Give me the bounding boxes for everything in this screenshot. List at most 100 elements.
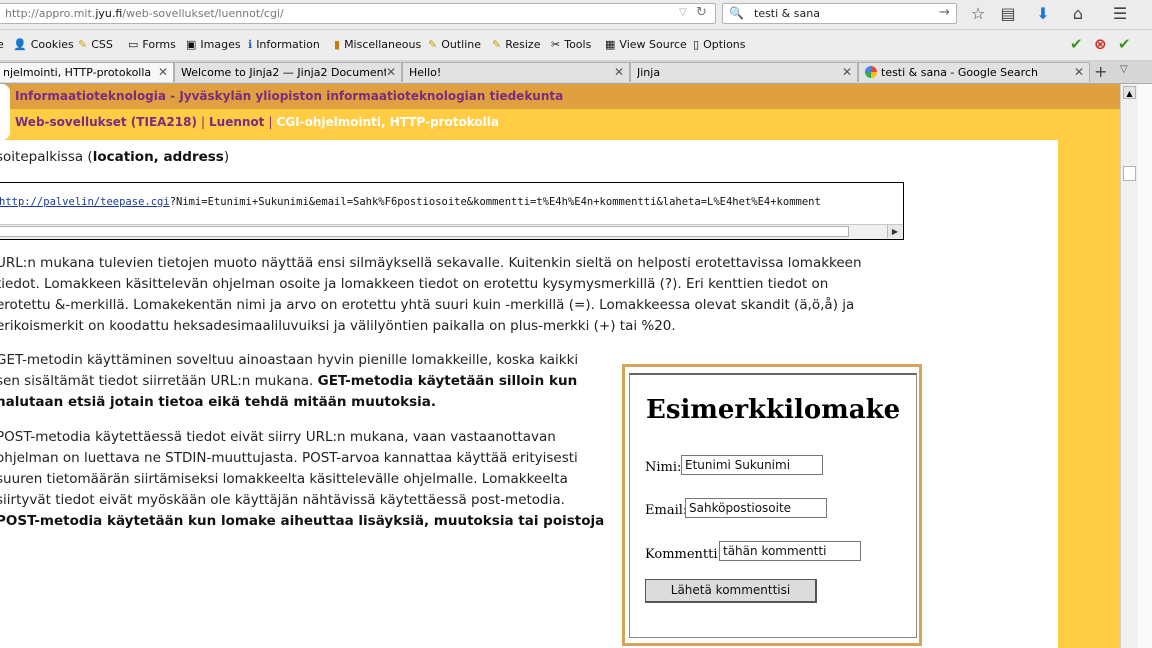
devbar-images[interactable]: ▣ Images bbox=[186, 38, 241, 51]
devbar-information[interactable]: ℹ Information bbox=[248, 38, 320, 51]
tab-title: Jinja bbox=[637, 66, 661, 79]
tab-bar: njelmointi, HTTP-protokolla ✕ Welcome to… bbox=[0, 61, 1152, 84]
tab-list-icon[interactable]: ▽ bbox=[1120, 64, 1128, 75]
email-field[interactable]: Sahköpostiosoite bbox=[685, 498, 827, 518]
horizontal-scroll-thumb[interactable] bbox=[0, 226, 849, 237]
breadcrumb-current: CGI-ohjelmointi, HTTP-protokolla bbox=[276, 115, 499, 129]
url-dropdown-icon[interactable]: ▽ bbox=[679, 7, 687, 18]
image-icon: ▣ bbox=[186, 38, 197, 51]
downloads-icon[interactable]: ⬇ bbox=[1032, 3, 1054, 25]
breadcrumb-course[interactable]: Web-sovellukset (TIEA218) bbox=[15, 115, 197, 129]
search-input[interactable]: testi & sana bbox=[754, 7, 820, 20]
bookmarks-list-icon[interactable]: ▤ bbox=[997, 3, 1019, 25]
misc-icon: ▮ bbox=[334, 38, 341, 51]
url-bar[interactable]: http://appro.mit.jyu.fi/web-sovellukset/… bbox=[0, 3, 716, 24]
close-icon[interactable]: ✕ bbox=[1074, 65, 1084, 79]
url-text: http://appro.mit.jyu.fi/web-sovellukset/… bbox=[5, 7, 284, 20]
validation-ok-icon[interactable]: ✔ bbox=[1070, 35, 1083, 53]
form-icon: ▭ bbox=[128, 38, 139, 51]
reload-icon[interactable]: ↻ bbox=[696, 5, 707, 20]
tab-title: Welcome to Jinja2 — Jinja2 Documentat... bbox=[181, 66, 386, 79]
horizontal-scrollbar[interactable]: ▶ bbox=[0, 224, 903, 239]
example-form-title: Esimerkkilomake bbox=[646, 395, 901, 425]
article-content: soitepalkissa (location, address) http:/… bbox=[0, 140, 1058, 648]
search-icon: 🔍 bbox=[729, 6, 744, 20]
paragraph-line: ohjelman on luettava ne STDIN-muuttujast… bbox=[0, 450, 578, 466]
paragraph-line: suuren tietomäärän siirtämiseksi lomakke… bbox=[0, 471, 568, 487]
devbar-disable-icon[interactable]: e bbox=[0, 38, 4, 51]
tab-jinja[interactable]: Jinja ✕ bbox=[630, 62, 858, 82]
example-form-image: Esimerkkilomake Nimi: Etunimi Sukunimi E… bbox=[622, 364, 922, 646]
vertical-scroll-thumb[interactable] bbox=[1123, 166, 1136, 181]
tab-title: njelmointi, HTTP-protokolla bbox=[3, 66, 152, 79]
pencil-icon: ✎ bbox=[78, 38, 88, 51]
search-bar[interactable]: 🔍 testi & sana → bbox=[722, 3, 957, 24]
devbar-outline[interactable]: ✎ Outline bbox=[428, 38, 481, 51]
site-logo bbox=[0, 84, 10, 140]
code-query-string: ?Nimi=Etunimi+Sukunimi&email=Sahk%F6post… bbox=[169, 196, 821, 208]
cookie-icon: 👤 bbox=[13, 38, 27, 51]
example-form-window: Esimerkkilomake Nimi: Etunimi Sukunimi E… bbox=[629, 373, 917, 638]
home-icon[interactable]: ⌂ bbox=[1067, 3, 1089, 25]
source-icon: ▦ bbox=[605, 38, 616, 51]
scroll-up-icon[interactable]: ▲ bbox=[1123, 86, 1136, 99]
paragraph-line: POST-metodia käytetään kun lomake aiheut… bbox=[0, 513, 605, 529]
code-box: http://palvelin/teepase.cgi?Nimi=Etunimi… bbox=[0, 182, 904, 240]
devbar-view-source[interactable]: ▦ View Source bbox=[605, 38, 687, 51]
devbar-css[interactable]: ✎ CSS bbox=[78, 38, 113, 51]
bookmark-star-icon[interactable]: ☆ bbox=[967, 3, 989, 25]
paragraph-line: siirtyvät tiedot eivät myöskään ole käyt… bbox=[0, 492, 565, 508]
site-title[interactable]: Informaatioteknologia - Jyväskylän yliop… bbox=[15, 89, 563, 103]
options-icon: ▯ bbox=[693, 38, 700, 51]
devbar-miscellaneous[interactable]: ▮ Miscellaneous bbox=[334, 38, 421, 51]
code-example: http://palvelin/teepase.cgi?Nimi=Etunimi… bbox=[0, 196, 821, 208]
breadcrumb: Web-sovellukset (TIEA218) | Luennot | CGI-oh… bbox=[15, 115, 499, 129]
paragraph-line: sen sisältämät tiedot siirretään URL:n m… bbox=[0, 373, 578, 389]
scroll-right-icon[interactable]: ▶ bbox=[887, 225, 902, 238]
window-edge bbox=[1138, 84, 1152, 648]
tools-icon: ✂ bbox=[551, 38, 561, 51]
validation-error-icon[interactable]: ⊗ bbox=[1094, 35, 1107, 53]
tab-jinja2-docs[interactable]: Welcome to Jinja2 — Jinja2 Documentat...… bbox=[174, 62, 402, 82]
name-label: Nimi: bbox=[645, 460, 682, 475]
search-go-icon[interactable]: → bbox=[939, 5, 950, 20]
paragraph-line: erikoismerkit on koodattu heksadesimaali… bbox=[0, 318, 676, 334]
close-icon[interactable]: ✕ bbox=[614, 65, 624, 79]
submit-button[interactable]: Lähetä kommenttisi bbox=[645, 579, 817, 603]
devbar-resize[interactable]: ✎ Resize bbox=[492, 38, 540, 51]
close-icon[interactable]: ✕ bbox=[386, 65, 396, 79]
tab-hello[interactable]: Hello! ✕ bbox=[402, 62, 630, 82]
validation-ok-icon-2[interactable]: ✔ bbox=[1118, 35, 1131, 53]
name-field[interactable]: Etunimi Sukunimi bbox=[681, 455, 823, 475]
paragraph-line: erotettu &-merkillä. Lomakekentän nimi j… bbox=[0, 297, 855, 313]
outline-icon: ✎ bbox=[428, 38, 438, 51]
devbar-options[interactable]: ▯ Options bbox=[693, 38, 746, 51]
close-icon[interactable]: ✕ bbox=[158, 65, 168, 79]
paragraph-line: tiedot. Lomakkeen käsittelevän ohjelman … bbox=[0, 276, 829, 292]
comment-label: Kommentti: bbox=[645, 547, 722, 562]
tab-google-search[interactable]: testi & sana - Google Search ✕ bbox=[858, 62, 1090, 82]
new-tab-icon[interactable]: + bbox=[1094, 62, 1107, 81]
devbar-tools[interactable]: ✂ Tools bbox=[551, 38, 591, 51]
intro-text: soitepalkissa (location, address) bbox=[0, 149, 230, 165]
breadcrumb-lectures[interactable]: Luennot bbox=[209, 115, 264, 129]
paragraph-line: POST-metodia käytettäessä tiedot eivät s… bbox=[0, 429, 556, 445]
info-icon: ℹ bbox=[248, 38, 253, 51]
code-url-link[interactable]: http://palvelin/teepase.cgi bbox=[0, 196, 170, 208]
email-label: Email: bbox=[645, 503, 688, 518]
navigation-bar: http://appro.mit.jyu.fi/web-sovellukset/… bbox=[0, 0, 1152, 30]
google-icon bbox=[865, 66, 877, 78]
devbar-cookies[interactable]: 👤 Cookies bbox=[13, 38, 74, 51]
paragraph-line: halutaan etsiä jotain tietoa eikä tehdä … bbox=[0, 394, 437, 410]
tab-cgi[interactable]: njelmointi, HTTP-protokolla ✕ bbox=[0, 62, 174, 82]
devbar-forms[interactable]: ▭ Forms bbox=[128, 38, 176, 51]
menu-icon[interactable]: ☰ bbox=[1109, 3, 1131, 25]
close-icon[interactable]: ✕ bbox=[842, 65, 852, 79]
paragraph-line: GET-metodin käyttäminen soveltuu ainoast… bbox=[0, 352, 579, 368]
paragraph-line: URL:n mukana tulevien tietojen muoto näy… bbox=[0, 255, 862, 271]
tab-title: Hello! bbox=[409, 66, 442, 79]
comment-field[interactable]: tähän kommentti bbox=[719, 541, 861, 561]
web-developer-toolbar: e 👤 Cookies ✎ CSS ▭ Forms ▣ Images ℹ Informat… bbox=[0, 30, 1152, 61]
vertical-scrollbar[interactable]: ▲ bbox=[1120, 84, 1138, 648]
resize-icon: ✎ bbox=[492, 38, 502, 51]
